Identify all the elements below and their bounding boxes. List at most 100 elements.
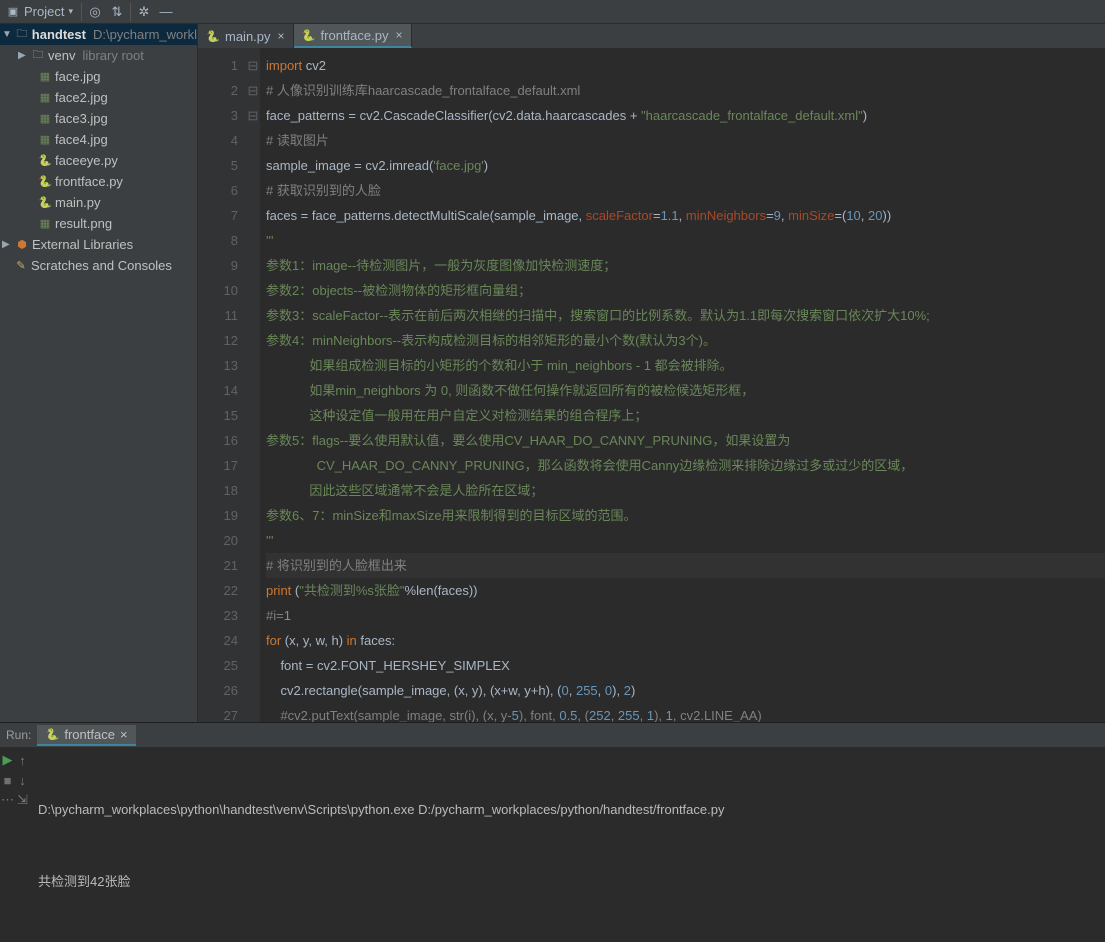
tree-root[interactable]: ▼ 🗀 handtest D:\pycharm_workl — [0, 24, 197, 45]
main-split: ▼ 🗀 handtest D:\pycharm_workl ▶ 🗀 venv l… — [0, 24, 1105, 722]
output-line: D:\pycharm_workplaces\python\handtest\ve… — [38, 798, 1097, 822]
project-dropdown[interactable]: ▣ Project ▾ — [0, 1, 79, 23]
tree-label: face.jpg — [55, 69, 101, 84]
tree-file[interactable]: ▦face.jpg — [0, 66, 197, 87]
chevron-down-icon: ▼ — [2, 29, 12, 40]
tree-file[interactable]: ▦result.png — [0, 213, 197, 234]
settings-icon[interactable]: ✲ — [133, 1, 155, 23]
code-line[interactable]: # 将识别到的人脸框出来 — [266, 553, 1105, 578]
tree-venv[interactable]: ▶ 🗀 venv library root — [0, 45, 197, 66]
editor-tab[interactable]: 🐍frontface.py× — [294, 24, 412, 48]
close-icon[interactable]: × — [395, 28, 402, 42]
code-line[interactable]: ''' — [266, 228, 1105, 253]
expand-icon[interactable]: ⇅ — [106, 1, 128, 23]
tree-label: frontface.py — [55, 174, 123, 189]
folder-icon: 🗀 — [15, 28, 29, 42]
image-icon: ▦ — [38, 112, 52, 126]
down-arrow-icon[interactable]: ↓ — [19, 773, 26, 788]
code-line[interactable]: ''' — [266, 528, 1105, 553]
code-line[interactable]: for (x, y, w, h) in faces: — [266, 628, 1105, 653]
tab-label: main.py — [225, 29, 271, 44]
editor-tab[interactable]: 🐍 main.py × — [198, 24, 294, 48]
tree-file[interactable]: 🐍main.py — [0, 192, 197, 213]
tree-hint: library root — [82, 48, 143, 63]
python-icon: 🐍 — [206, 29, 220, 43]
code-line[interactable]: 如果组成检测目标的小矩形的个数和小于 min_neighbors - 1 都会被… — [266, 353, 1105, 378]
code-line[interactable]: 参数1：image--待检测图片，一般为灰度图像加快检测速度； — [266, 253, 1105, 278]
output-line: 共检测到42张脸 — [38, 870, 1097, 894]
image-icon: ▦ — [38, 70, 52, 84]
code-area[interactable]: import cv2# 人像识别训练库haarcascade_frontalfa… — [260, 48, 1105, 722]
run-tab[interactable]: 🐍 frontface × — [37, 725, 135, 746]
close-icon[interactable]: × — [120, 727, 128, 742]
fold-gutter: ⊟⊟⊟ — [246, 48, 260, 722]
tree-label: faceeye.py — [55, 153, 118, 168]
code-line[interactable]: cv2.rectangle(sample_image, (x, y), (x+w… — [266, 678, 1105, 703]
tree-extlib[interactable]: ▶ ⬢ External Libraries — [0, 234, 197, 255]
code-line[interactable]: 参数2：objects--被检测物体的矩形框向量组； — [266, 278, 1105, 303]
tree-file[interactable]: 🐍faceeye.py — [0, 150, 197, 171]
collapse-icon[interactable]: ― — [155, 1, 177, 23]
code-line[interactable]: 因此这些区域通常不会是人脸所在区域； — [266, 478, 1105, 503]
code-line[interactable]: # 人像识别训练库haarcascade_frontalface_default… — [266, 78, 1105, 103]
code-line[interactable]: font = cv2.FONT_HERSHEY_SIMPLEX — [266, 653, 1105, 678]
scratches-icon: ✎ — [14, 259, 28, 273]
code-editor[interactable]: 1234567891011121314151617181920212223242… — [198, 48, 1105, 722]
target-icon[interactable]: ◎ — [84, 1, 106, 23]
editor-pane: 🐍main.py×🐍frontface.py× 1234567891011121… — [198, 24, 1105, 722]
code-line[interactable]: #cv2.putText(sample_image, str(i), (x, y… — [266, 703, 1105, 722]
window-icon: ▣ — [6, 5, 20, 19]
python-icon: 🐍 — [38, 154, 52, 168]
code-line[interactable]: 如果min_neighbors 为 0, 则函数不做任何操作就返回所有的被检候选… — [266, 378, 1105, 403]
code-line[interactable]: 这种设定值一般用在用户自定义对检测结果的组合程序上； — [266, 403, 1105, 428]
code-line[interactable]: CV_HAAR_DO_CANNY_PRUNING，那么函数将会使用Canny边缘… — [266, 453, 1105, 478]
stop-button[interactable]: ■ — [4, 773, 12, 788]
code-line[interactable]: face_patterns = cv2.CascadeClassifier(cv… — [266, 103, 1105, 128]
library-icon: ⬢ — [15, 238, 29, 252]
separator — [130, 3, 131, 21]
folder-icon: 🗀 — [31, 49, 45, 63]
chevron-right-icon: ▶ — [18, 50, 28, 61]
run-panel: Run: 🐍 frontface × ▶ ↑ ■ ↓ ⋯ ⇲ D:\pychar… — [0, 722, 1105, 807]
tree-file[interactable]: ▦face4.jpg — [0, 129, 197, 150]
tree-label: venv — [48, 48, 75, 63]
code-line[interactable]: print ("共检测到%s张脸"%len(faces)) — [266, 578, 1105, 603]
run-tab-label: frontface — [64, 727, 115, 742]
python-icon: 🐍 — [302, 28, 316, 42]
code-line[interactable]: import cv2 — [266, 53, 1105, 78]
code-line[interactable]: # 获取识别到的人脸 — [266, 178, 1105, 203]
top-toolbar: ▣ Project ▾ ◎ ⇅ ✲ ― — [0, 0, 1105, 24]
python-icon: 🐍 — [45, 727, 59, 741]
code-line[interactable]: #i=1 — [266, 603, 1105, 628]
tree-label: result.png — [55, 216, 112, 231]
tree-file[interactable]: ▦face3.jpg — [0, 108, 197, 129]
code-line[interactable]: 参数6、7：minSize和maxSize用来限制得到的目标区域的范围。 — [266, 503, 1105, 528]
project-label: Project — [24, 4, 64, 19]
run-controls: ▶ ↑ ■ ↓ ⋯ ⇲ — [0, 747, 30, 807]
up-arrow-icon[interactable]: ↑ — [19, 753, 26, 768]
python-icon: 🐍 — [38, 175, 52, 189]
run-body: ▶ ↑ ■ ↓ ⋯ ⇲ D:\pycharm_workplaces\python… — [0, 747, 1105, 807]
run-tabs: Run: 🐍 frontface × — [0, 723, 1105, 747]
code-line[interactable]: sample_image = cv2.imread('face.jpg') — [266, 153, 1105, 178]
tree-file[interactable]: 🐍frontface.py — [0, 171, 197, 192]
tree-scratches[interactable]: ✎ Scratches and Consoles — [0, 255, 197, 276]
code-line[interactable]: 参数4：minNeighbors--表示构成检测目标的相邻矩形的最小个数(默认为… — [266, 328, 1105, 353]
code-line[interactable]: faces = face_patterns.detectMultiScale(s… — [266, 203, 1105, 228]
chevron-down-icon: ▾ — [68, 6, 73, 17]
run-title: Run: — [6, 728, 31, 742]
close-icon[interactable]: × — [278, 29, 285, 43]
chevron-right-icon: ▶ — [2, 239, 12, 250]
separator — [81, 3, 82, 21]
run-output[interactable]: D:\pycharm_workplaces\python\handtest\ve… — [30, 747, 1105, 807]
line-gutter: 1234567891011121314151617181920212223242… — [198, 48, 246, 722]
export-icon[interactable]: ⇲ — [17, 792, 28, 808]
code-line[interactable]: # 读取图片 — [266, 128, 1105, 153]
tree-label: Scratches and Consoles — [31, 258, 172, 273]
code-line[interactable]: 参数3：scaleFactor--表示在前后两次相继的扫描中，搜索窗口的比例系数… — [266, 303, 1105, 328]
tree-label: main.py — [55, 195, 101, 210]
tree-file[interactable]: ▦face2.jpg — [0, 87, 197, 108]
code-line[interactable]: 参数5：flags--要么使用默认值，要么使用CV_HAAR_DO_CANNY_… — [266, 428, 1105, 453]
run-button[interactable]: ▶ — [3, 752, 13, 768]
more-icon[interactable]: ⋯ — [1, 792, 14, 808]
